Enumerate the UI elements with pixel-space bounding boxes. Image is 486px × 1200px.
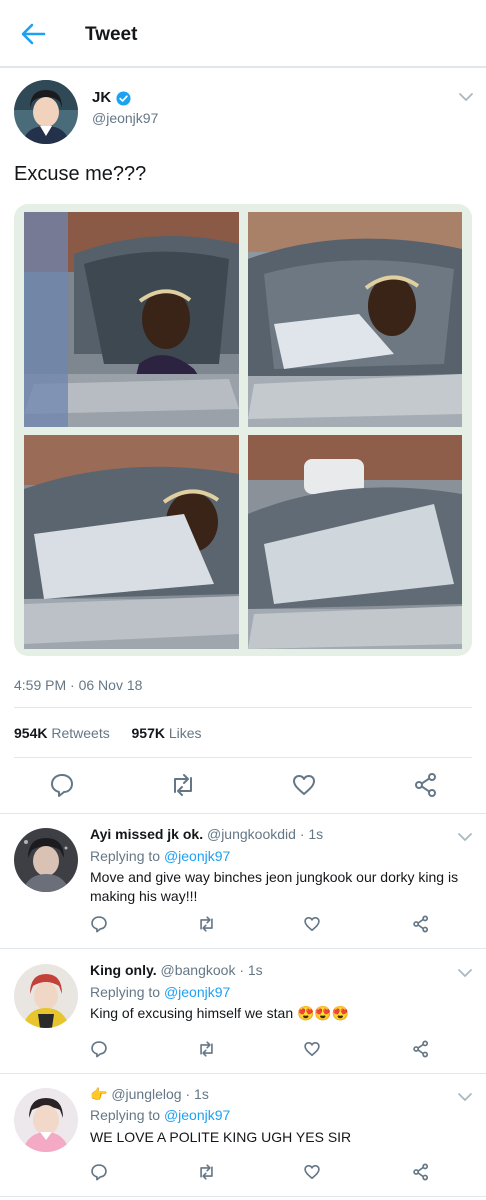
likes-label[interactable]: Likes: [169, 725, 202, 741]
divider: [0, 1073, 486, 1074]
reply-author-handle[interactable]: @bangkook: [161, 962, 236, 978]
retweets-label[interactable]: Retweets: [51, 725, 109, 741]
share-icon[interactable]: [412, 1163, 430, 1181]
reply-author-name[interactable]: King only.: [90, 962, 157, 978]
author-handle[interactable]: @jeonjk97: [92, 110, 158, 126]
reply-mention-link[interactable]: @jeonjk97: [164, 1107, 230, 1123]
like-icon[interactable]: [291, 772, 317, 798]
divider: [0, 813, 486, 814]
top-bar: Tweet: [0, 0, 486, 68]
reply-avatar[interactable]: [14, 964, 78, 1028]
media-photo-4[interactable]: [248, 435, 462, 649]
reply-icon[interactable]: [90, 1163, 108, 1181]
page-title: Tweet: [85, 24, 138, 45]
like-icon[interactable]: [303, 915, 321, 933]
reply-text: King of excusing himself we stan 😍😍😍: [90, 1005, 350, 1021]
reply-mention-link[interactable]: @jeonjk97: [164, 984, 230, 1000]
divider: [14, 757, 472, 758]
tweet-media[interactable]: [14, 204, 472, 656]
media-photo-2[interactable]: [248, 212, 462, 427]
like-icon[interactable]: [303, 1040, 321, 1058]
share-icon[interactable]: [412, 915, 430, 933]
reply-author-name[interactable]: Ayi missed jk ok.: [90, 826, 203, 842]
tweet-stats: 954K Retweets 957K Likes: [14, 725, 202, 741]
reply-author-handle[interactable]: @junglelog: [111, 1086, 181, 1102]
reply-replying-to: Replying to @jeonjk97: [90, 1107, 231, 1123]
reply-avatar[interactable]: [14, 828, 78, 892]
chevron-down-icon[interactable]: [457, 1092, 473, 1102]
divider: [0, 1196, 486, 1197]
reply-icon[interactable]: [49, 772, 75, 798]
chevron-down-icon[interactable]: [457, 832, 473, 842]
tweet-text: Excuse me???: [14, 163, 147, 185]
back-arrow-icon[interactable]: [18, 20, 48, 48]
media-photo-3[interactable]: [24, 435, 239, 649]
reply-author-name[interactable]: 👉: [90, 1086, 107, 1102]
reply-text: Move and give way binches jeon jungkook …: [90, 869, 459, 904]
tweet-timestamp[interactable]: 4:59 PM · 06 Nov 18: [14, 677, 142, 693]
reply-time: · 1s: [185, 1086, 209, 1102]
reply-avatar[interactable]: [14, 1088, 78, 1152]
reply-icon[interactable]: [90, 915, 108, 933]
reply-replying-to: Replying to @jeonjk97: [90, 984, 231, 1000]
like-icon[interactable]: [303, 1163, 321, 1181]
share-icon[interactable]: [413, 772, 439, 798]
chevron-down-icon[interactable]: [458, 92, 474, 102]
chevron-down-icon[interactable]: [457, 968, 473, 978]
retweet-icon[interactable]: [197, 915, 216, 933]
reply-mention-link[interactable]: @jeonjk97: [164, 848, 230, 864]
reply-time: · 1s: [299, 826, 324, 842]
author-avatar[interactable]: [14, 80, 78, 144]
reply-time: · 1s: [239, 962, 263, 978]
retweet-icon[interactable]: [169, 772, 197, 798]
share-icon[interactable]: [412, 1040, 430, 1058]
reply-header: Ayi missed jk ok. @jungkookdid · 1s: [90, 826, 323, 842]
divider: [14, 707, 472, 708]
reply-icon[interactable]: [90, 1040, 108, 1058]
author-name[interactable]: JK: [92, 89, 111, 106]
reply-header: 👉 @junglelog · 1s: [90, 1086, 209, 1103]
media-photo-1[interactable]: [24, 212, 239, 427]
divider: [0, 948, 486, 949]
reply-author-handle[interactable]: @jungkookdid: [207, 826, 296, 842]
reply-replying-to: Replying to @jeonjk97: [90, 848, 231, 864]
retweet-icon[interactable]: [197, 1040, 216, 1058]
retweet-icon[interactable]: [197, 1163, 216, 1181]
likes-count[interactable]: 957K: [132, 725, 165, 741]
retweets-count[interactable]: 954K: [14, 725, 47, 741]
reply-header: King only. @bangkook · 1s: [90, 962, 263, 978]
verified-badge-icon: [116, 91, 131, 106]
reply-text: WE LOVE A POLITE KING UGH YES SIR: [90, 1129, 352, 1145]
